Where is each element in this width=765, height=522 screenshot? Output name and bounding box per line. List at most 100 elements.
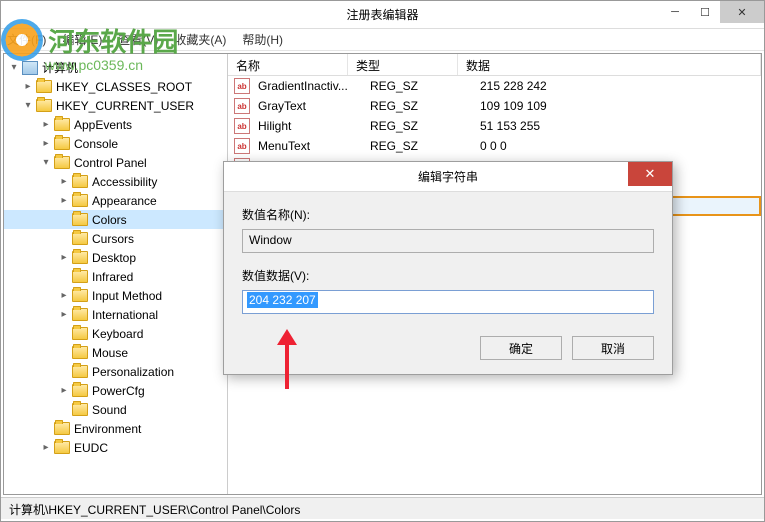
tree-item[interactable]: ▸Appearance: [4, 191, 227, 210]
menubar: 文件(F) 编辑(E) 查看(V) 收藏夹(A) 帮助(H): [1, 29, 764, 51]
blank-icon: [58, 366, 70, 378]
expand-icon[interactable]: ▸: [22, 81, 34, 93]
expand-icon[interactable]: ▸: [40, 442, 52, 454]
tree-item[interactable]: Environment: [4, 419, 227, 438]
dialog-titlebar[interactable]: 编辑字符串 ✕: [224, 162, 672, 192]
tree-key-hkcr[interactable]: ▸HKEY_CLASSES_ROOT: [4, 77, 227, 96]
folder-icon: [72, 365, 88, 378]
folder-icon: [72, 175, 88, 188]
expand-icon[interactable]: ▸: [58, 385, 70, 397]
tree-item[interactable]: Personalization: [4, 362, 227, 381]
dialog-close-button[interactable]: ✕: [628, 162, 672, 186]
collapse-icon[interactable]: ▾: [8, 62, 20, 74]
column-name[interactable]: 名称: [228, 54, 348, 75]
folder-icon: [36, 80, 52, 93]
collapse-icon[interactable]: ▾: [22, 100, 34, 112]
value-data: 215 228 242: [476, 79, 761, 93]
folder-icon: [72, 346, 88, 359]
close-button[interactable]: ✕: [720, 1, 764, 23]
expand-icon[interactable]: ▸: [40, 119, 52, 131]
blank-icon: [58, 328, 70, 340]
expand-icon[interactable]: ▸: [58, 252, 70, 264]
folder-icon: [72, 308, 88, 321]
blank-icon: [58, 214, 70, 226]
list-row[interactable]: abMenuTextREG_SZ0 0 0: [228, 136, 761, 156]
folder-icon: [54, 156, 70, 169]
folder-icon: [72, 384, 88, 397]
value-type: REG_SZ: [366, 79, 476, 93]
tree-pane[interactable]: ▾计算机 ▸HKEY_CLASSES_ROOT ▾HKEY_CURRENT_US…: [4, 54, 228, 494]
maximize-button[interactable]: ☐: [690, 1, 720, 23]
tree-item[interactable]: ▸Input Method: [4, 286, 227, 305]
menu-edit[interactable]: 编辑(E): [62, 31, 102, 48]
folder-icon: [54, 118, 70, 131]
dialog-buttons: 确定 取消: [242, 336, 654, 360]
menu-file[interactable]: 文件(F): [7, 31, 46, 48]
dialog-title: 编辑字符串: [418, 168, 478, 185]
tree-item[interactable]: Sound: [4, 400, 227, 419]
menu-favorites[interactable]: 收藏夹(A): [174, 31, 226, 48]
tree-item-colors[interactable]: Colors: [4, 210, 227, 229]
tree-key-hkcu[interactable]: ▾HKEY_CURRENT_USER: [4, 96, 227, 115]
value-type: REG_SZ: [366, 119, 476, 133]
expand-icon[interactable]: ▸: [58, 176, 70, 188]
list-row[interactable]: abGrayTextREG_SZ109 109 109: [228, 96, 761, 116]
tree-item[interactable]: Keyboard: [4, 324, 227, 343]
tree-item[interactable]: ▸International: [4, 305, 227, 324]
folder-icon: [54, 137, 70, 150]
column-type[interactable]: 类型: [348, 54, 458, 75]
tree-item[interactable]: Infrared: [4, 267, 227, 286]
blank-icon: [58, 404, 70, 416]
cancel-button[interactable]: 取消: [572, 336, 654, 360]
value-name-label: 数值名称(N):: [242, 206, 654, 223]
value-data-input[interactable]: 204 232 207: [242, 290, 654, 314]
tree-root[interactable]: ▾计算机: [4, 58, 227, 77]
minimize-button[interactable]: ─: [660, 1, 690, 23]
folder-icon: [72, 232, 88, 245]
list-row[interactable]: abHilightREG_SZ51 153 255: [228, 116, 761, 136]
blank-icon: [58, 271, 70, 283]
folder-icon: [36, 99, 52, 112]
value-name-field[interactable]: Window: [242, 229, 654, 253]
tree-item[interactable]: ▸Desktop: [4, 248, 227, 267]
tree-item[interactable]: ▸Accessibility: [4, 172, 227, 191]
tree-item[interactable]: Mouse: [4, 343, 227, 362]
value-data: 109 109 109: [476, 99, 761, 113]
folder-icon: [72, 213, 88, 226]
blank-icon: [58, 233, 70, 245]
edit-string-dialog: 编辑字符串 ✕ 数值名称(N): Window 数值数据(V): 204 232…: [223, 161, 673, 375]
tree-item[interactable]: ▸Console: [4, 134, 227, 153]
tree-item[interactable]: ▸EUDC: [4, 438, 227, 457]
expand-icon[interactable]: ▸: [58, 195, 70, 207]
expand-icon[interactable]: ▸: [58, 309, 70, 321]
folder-icon: [72, 289, 88, 302]
menu-help[interactable]: 帮助(H): [242, 31, 283, 48]
value-type: REG_SZ: [366, 99, 476, 113]
value-data-selection: 204 232 207: [247, 292, 318, 308]
expand-icon[interactable]: ▸: [58, 290, 70, 302]
folder-icon: [72, 194, 88, 207]
folder-icon: [72, 270, 88, 283]
list-row[interactable]: abGradientInactiv...REG_SZ215 228 242: [228, 76, 761, 96]
folder-icon: [72, 327, 88, 340]
ok-button[interactable]: 确定: [480, 336, 562, 360]
list-header: 名称 类型 数据: [228, 54, 761, 76]
collapse-icon[interactable]: ▾: [40, 157, 52, 169]
tree-item[interactable]: ▸PowerCfg: [4, 381, 227, 400]
value-type: REG_SZ: [366, 139, 476, 153]
value-data: 51 153 255: [476, 119, 761, 133]
menu-view[interactable]: 查看(V): [118, 31, 158, 48]
tree-item[interactable]: Cursors: [4, 229, 227, 248]
tree-item-control-panel[interactable]: ▾Control Panel: [4, 153, 227, 172]
column-data[interactable]: 数据: [458, 54, 761, 75]
window-controls: ─ ☐ ✕: [660, 1, 764, 23]
value-data-label: 数值数据(V):: [242, 267, 654, 284]
expand-icon[interactable]: ▸: [40, 138, 52, 150]
folder-icon: [72, 251, 88, 264]
dialog-body: 数值名称(N): Window 数值数据(V): 204 232 207 确定 …: [224, 192, 672, 374]
computer-icon: [22, 61, 38, 75]
tree-item[interactable]: ▸AppEvents: [4, 115, 227, 134]
string-value-icon: ab: [234, 138, 250, 154]
window-title: 注册表编辑器: [346, 6, 418, 23]
value-name: Hilight: [254, 119, 366, 133]
